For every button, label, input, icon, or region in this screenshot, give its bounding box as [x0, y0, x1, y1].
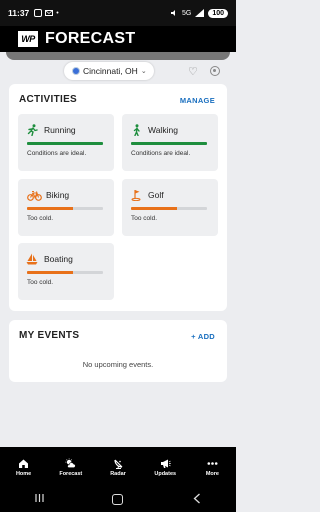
activity-level-bar	[27, 207, 103, 210]
add-event-button[interactable]: + ADD	[191, 332, 215, 341]
page-title: FORECAST	[45, 30, 136, 47]
activity-level-fill	[27, 142, 103, 145]
activity-status: Too cold.	[27, 215, 54, 222]
mail-icon	[45, 10, 54, 16]
activity-name: Golf	[148, 190, 164, 200]
status-bar: 11:37 • 5G 100	[0, 0, 236, 26]
bicycle-icon	[26, 189, 42, 201]
activity-status: Too cold.	[131, 215, 158, 222]
battery-badge: 100	[208, 8, 228, 18]
events-title: MY EVENTS	[19, 330, 80, 341]
activity-level-fill	[131, 207, 177, 210]
sailboat-icon	[26, 253, 38, 265]
megaphone-icon	[160, 458, 171, 469]
mute-icon	[170, 10, 175, 16]
location-strip: Cincinnati, OH ⌄ ♡	[0, 52, 236, 84]
activity-level-fill	[27, 271, 73, 274]
activity-status: Conditions are ideal.	[27, 150, 87, 157]
sun-cloud-icon	[65, 457, 76, 469]
wp-logo: WP	[18, 31, 38, 47]
nav-label: Updates	[154, 470, 177, 477]
dots-icon	[207, 458, 218, 469]
chevron-down-icon: ⌄	[140, 68, 147, 75]
status-right: 5G 100	[170, 8, 228, 18]
activity-tile-walking[interactable]: Walking Conditions are ideal.	[122, 114, 218, 171]
system-nav-bar	[0, 487, 236, 512]
manage-button[interactable]: MANAGE	[180, 96, 215, 105]
current-location-icon[interactable]	[210, 66, 220, 76]
activity-status: Conditions are ideal.	[131, 150, 191, 157]
activity-status: Too cold.	[27, 279, 54, 286]
activity-level-bar	[131, 207, 207, 210]
nav-forecast[interactable]: Forecast	[47, 447, 94, 487]
activity-level-bar	[131, 142, 207, 145]
nav-updates[interactable]: Updates	[142, 447, 189, 487]
activity-name: Biking	[46, 190, 70, 200]
nav-label: Radar	[110, 470, 126, 477]
activity-level-fill	[131, 142, 207, 145]
golf-flag-icon	[130, 189, 142, 201]
nav-label: More	[205, 470, 219, 477]
walker-icon	[130, 124, 142, 136]
activity-level-fill	[27, 207, 73, 210]
activity-name: Running	[44, 125, 76, 135]
network-label: 5G	[181, 9, 192, 17]
activities-card: ACTIVITIES MANAGE Running Conditions are…	[9, 84, 227, 311]
activity-level-bar	[27, 142, 103, 145]
runner-icon	[26, 124, 38, 136]
empty-events-message: No upcoming events.	[82, 360, 154, 369]
events-card: MY EVENTS + ADD No upcoming events.	[9, 320, 227, 382]
signal-icon	[195, 9, 205, 17]
nav-label: Home	[15, 470, 32, 477]
activity-tile-golf[interactable]: Golf Too cold.	[122, 179, 218, 236]
location-selector[interactable]: Cincinnati, OH ⌄	[64, 62, 154, 80]
app-header: WP FORECAST	[0, 26, 236, 52]
recents-icon[interactable]	[24, 493, 54, 506]
nav-home[interactable]: Home	[0, 447, 47, 487]
activity-tile-boating[interactable]: Boating Too cold.	[18, 243, 114, 300]
status-time: 11:37	[8, 8, 30, 18]
nav-radar[interactable]: Radar	[94, 447, 141, 487]
nav-label: Forecast	[59, 470, 83, 477]
back-icon[interactable]	[182, 493, 212, 507]
home-square-icon	[112, 494, 124, 505]
activities-title: ACTIVITIES	[19, 94, 78, 105]
activity-name: Boating	[44, 254, 73, 264]
activity-level-bar	[27, 271, 103, 274]
status-notification-icons: •	[34, 9, 59, 17]
activity-name: Walking	[148, 125, 178, 135]
home-system-button[interactable]	[103, 494, 133, 505]
bottom-nav: Home Forecast Radar Updates More	[0, 447, 236, 487]
location-pin-icon	[72, 67, 80, 75]
radar-icon	[113, 458, 124, 469]
location-name: Cincinnati, OH	[83, 66, 138, 76]
activity-tile-biking[interactable]: Biking Too cold.	[18, 179, 114, 236]
more-notifications-icon: •	[56, 9, 59, 17]
favorite-heart-icon[interactable]: ♡	[188, 65, 198, 78]
notification-icon	[34, 9, 43, 17]
activity-tile-running[interactable]: Running Conditions are ideal.	[18, 114, 114, 171]
home-icon	[18, 458, 29, 469]
nav-more[interactable]: More	[189, 447, 236, 487]
